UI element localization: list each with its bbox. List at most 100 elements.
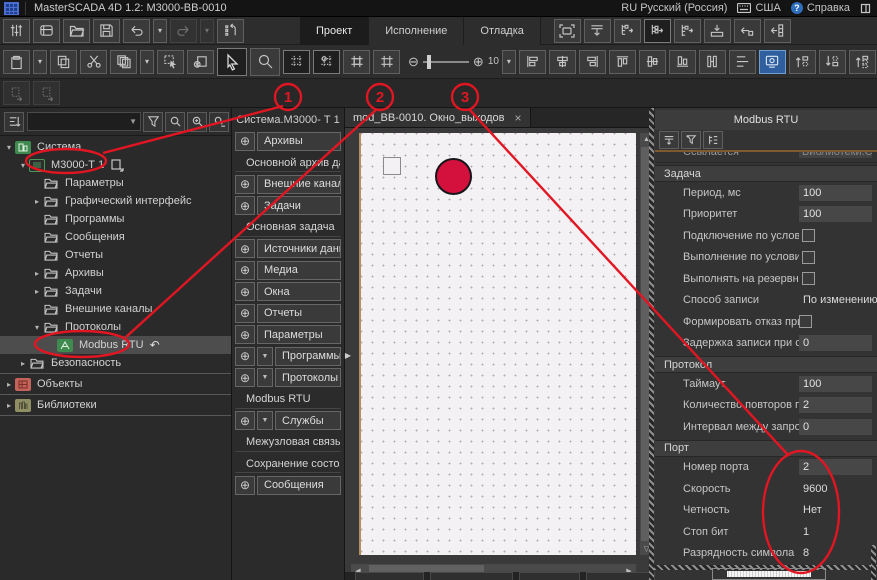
- palette-item-internode-link[interactable]: Межузловая связь: [235, 433, 341, 452]
- preview-monitor-icon[interactable]: [759, 50, 786, 74]
- add-icon[interactable]: ⊕: [235, 304, 255, 323]
- align-top-icon[interactable]: [609, 50, 636, 74]
- chevron-right-icon[interactable]: ▸: [4, 401, 14, 410]
- align-bottom-icon[interactable]: [669, 50, 696, 74]
- parity-value[interactable]: Нет: [799, 504, 822, 516]
- cut-scissors-icon[interactable]: [80, 50, 107, 74]
- frame-icon[interactable]: [554, 19, 581, 43]
- chevron-right-icon[interactable]: ▸: [18, 359, 28, 368]
- tree-export-icon[interactable]: [614, 19, 641, 43]
- device-badge-icon[interactable]: [110, 159, 124, 172]
- select-rect-icon[interactable]: [157, 50, 184, 74]
- paste-icon[interactable]: [3, 50, 30, 74]
- project-window-icon[interactable]: [33, 19, 60, 43]
- send-back-icon[interactable]: [819, 50, 846, 74]
- filter-properties-icon[interactable]: [681, 131, 701, 149]
- redo-icon[interactable]: [170, 19, 197, 43]
- zoom-out-icon[interactable]: ⊖: [408, 54, 419, 70]
- retry-count-input[interactable]: 2: [799, 397, 872, 413]
- filter-funnel-icon[interactable]: [143, 112, 163, 132]
- panel-collapse-arrow-icon[interactable]: ▶: [344, 344, 352, 366]
- tree-item-tasks[interactable]: ▸ Задачи: [0, 282, 231, 300]
- insert-node-icon[interactable]: [3, 81, 30, 105]
- tree-item-libraries[interactable]: ▸ Библиотеки: [0, 396, 231, 414]
- tree-item-parameters[interactable]: Параметры: [0, 174, 231, 192]
- add-icon[interactable]: ⊕: [235, 347, 255, 366]
- tree-export2-icon[interactable]: [644, 19, 671, 43]
- add-icon[interactable]: ⊕: [235, 282, 255, 301]
- baud-rate-value[interactable]: 9600: [799, 483, 827, 495]
- align-center-v-icon[interactable]: [549, 50, 576, 74]
- dropdown-icon[interactable]: ▼: [257, 368, 273, 387]
- checkbox[interactable]: [802, 272, 815, 285]
- request-interval-input[interactable]: 0: [799, 419, 872, 435]
- delete-shape-icon[interactable]: [187, 50, 214, 74]
- section-protocol[interactable]: Протокол: [655, 356, 877, 373]
- section-task[interactable]: Задача: [655, 165, 877, 182]
- keyboard-layout[interactable]: США: [737, 2, 780, 14]
- dropdown-icon[interactable]: ▼: [257, 411, 273, 430]
- palette-item-modbus-rtu[interactable]: Modbus RTU: [235, 390, 341, 409]
- group-properties-icon[interactable]: [703, 131, 723, 149]
- chevron-right-icon[interactable]: ▸: [32, 269, 42, 278]
- add-icon[interactable]: ⊕: [235, 411, 255, 430]
- checkbox[interactable]: [802, 229, 815, 242]
- goto-reference-icon[interactable]: ↶: [150, 338, 160, 352]
- tree-item-modbus-rtu[interactable]: Modbus RTU ↶: [0, 336, 231, 354]
- tree-item-programs[interactable]: Программы: [0, 210, 231, 228]
- search-link-icon[interactable]: [209, 112, 229, 132]
- bottom-button[interactable]: [586, 572, 655, 580]
- property-row-reference[interactable]: Ссылается Библиотеки.Сто: [655, 152, 877, 163]
- section-port[interactable]: Порт: [655, 440, 877, 457]
- cursor-icon[interactable]: [217, 48, 247, 76]
- add-icon[interactable]: ⊕: [235, 261, 255, 280]
- search-plus-icon[interactable]: [187, 112, 207, 132]
- settings-sliders-icon[interactable]: [3, 19, 30, 43]
- search-input[interactable]: ▼: [27, 112, 141, 131]
- grid-frame-icon[interactable]: [373, 50, 400, 74]
- add-icon[interactable]: ⊕: [235, 368, 255, 387]
- tree-item-graphical-interface[interactable]: ▸ Графический интерфейс: [0, 192, 231, 210]
- add-icon[interactable]: ⊕: [235, 325, 255, 344]
- stop-bits-value[interactable]: 1: [799, 526, 809, 538]
- palette-item-main-archive[interactable]: Основной архив дан: [235, 153, 341, 172]
- tree-sort-icon[interactable]: [4, 112, 24, 132]
- write-delay-input[interactable]: 0: [799, 335, 872, 351]
- tab-debug[interactable]: Отладка: [464, 17, 540, 45]
- bottom-button[interactable]: [519, 572, 580, 580]
- duplicate-icon[interactable]: [110, 50, 137, 74]
- tree-item-protocols[interactable]: ▾ Протоколы: [0, 318, 231, 336]
- bring-forward-icon[interactable]: [849, 50, 876, 74]
- chevron-down-icon[interactable]: ▾: [32, 323, 42, 332]
- undo-icon[interactable]: [123, 19, 150, 43]
- clipped-edit-box[interactable]: [712, 568, 826, 580]
- design-canvas[interactable]: [359, 133, 636, 555]
- restore-list-icon[interactable]: [217, 19, 244, 43]
- canvas-rectangle-shape[interactable]: [383, 157, 401, 175]
- align-dropdown-icon[interactable]: ▾: [502, 50, 516, 74]
- import-bottom-icon[interactable]: [704, 19, 731, 43]
- chevron-right-icon[interactable]: ▸: [32, 287, 42, 296]
- undo-dropdown-icon[interactable]: ▾: [153, 19, 167, 43]
- tree-item-m3000-device[interactable]: ▾ М3000-Т 1: [0, 156, 231, 174]
- palette-item-main-task[interactable]: Основная задача: [235, 218, 341, 237]
- snap-left-list-icon[interactable]: [764, 19, 791, 43]
- save-icon[interactable]: [93, 19, 120, 43]
- bring-front-icon[interactable]: [789, 50, 816, 74]
- add-icon[interactable]: ⊕: [235, 239, 255, 258]
- paste-dropdown-icon[interactable]: ▾: [33, 50, 47, 74]
- add-icon[interactable]: ⊕: [235, 476, 255, 495]
- language-indicator[interactable]: RU Русский (Россия): [621, 2, 727, 14]
- tree-item-reports[interactable]: Отчеты: [0, 246, 231, 264]
- add-icon[interactable]: ⊕: [235, 196, 255, 215]
- open-folder-icon[interactable]: [63, 19, 90, 43]
- bottom-button[interactable]: [430, 572, 514, 580]
- bottom-button[interactable]: [355, 572, 424, 580]
- palette-item-state-saving[interactable]: Сохранение состоян: [235, 454, 341, 473]
- magnifier-icon[interactable]: [250, 48, 280, 76]
- search-dropdown-icon[interactable]: ▼: [126, 117, 140, 126]
- redo-dropdown-icon[interactable]: ▾: [200, 19, 214, 43]
- tree-export3-icon[interactable]: [674, 19, 701, 43]
- char-bits-value[interactable]: 8: [799, 547, 809, 559]
- chevron-right-icon[interactable]: ▸: [32, 197, 42, 206]
